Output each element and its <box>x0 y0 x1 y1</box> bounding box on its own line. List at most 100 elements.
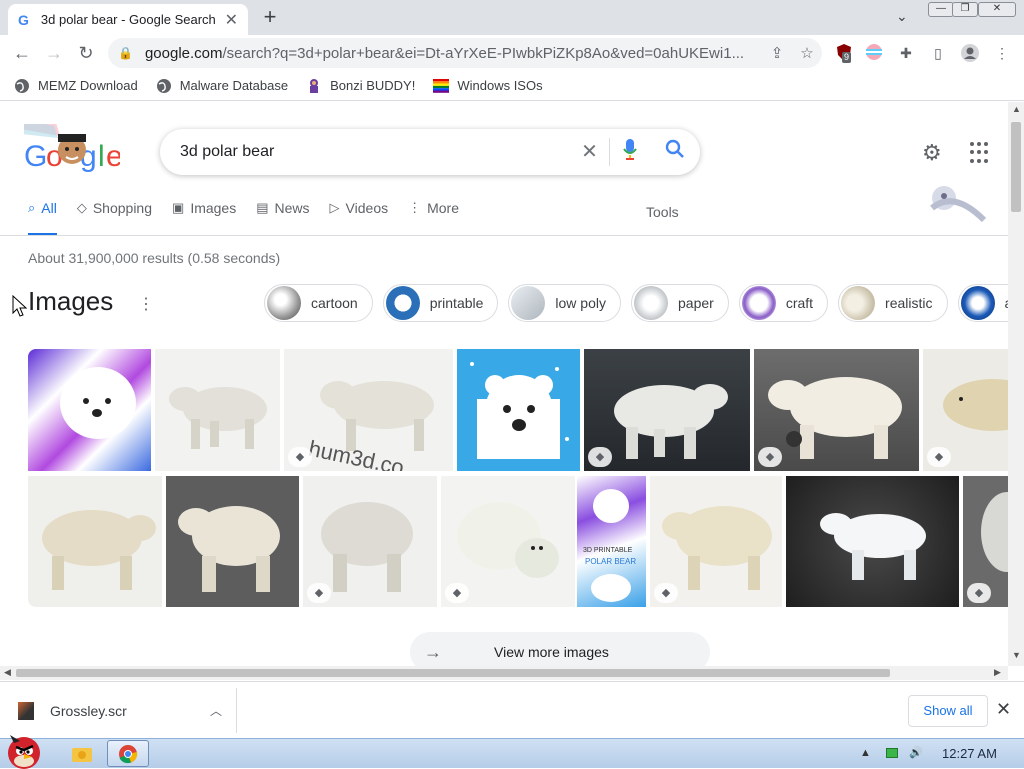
bookmark-label: MEMZ Download <box>38 78 138 93</box>
image-result[interactable]: 3D PRINTABLE POLAR BEAR <box>577 476 646 607</box>
image-result[interactable]: ◆ <box>303 476 437 607</box>
microphone-icon[interactable] <box>610 138 650 166</box>
scroll-up-icon[interactable]: ▲ <box>1012 104 1021 114</box>
scroll-left-icon[interactable]: ◀ <box>4 667 11 678</box>
bookmark-windows-isos[interactable]: Windows ISOs <box>433 78 543 94</box>
tab-news[interactable]: ▤ News <box>256 200 309 236</box>
scroll-down-icon[interactable]: ▼ <box>1012 650 1021 660</box>
show-all-downloads-button[interactable]: Show all <box>908 695 988 727</box>
taskbar-chrome-button[interactable] <box>107 740 149 767</box>
google-favicon-icon: G <box>18 11 29 28</box>
image-result[interactable]: ◆ <box>923 349 1008 471</box>
vertical-scrollbar[interactable]: ▲ ▼ <box>1008 102 1024 666</box>
ublock-extension-icon[interactable]: 9 <box>834 43 854 63</box>
svg-text:hum3d.co: hum3d.co <box>307 436 407 471</box>
minimize-button[interactable]: — <box>928 2 954 17</box>
chip-printable[interactable]: printable <box>382 284 499 322</box>
bookmark-label: Bonzi BUDDY! <box>330 78 416 93</box>
download-item[interactable]: Grossley.scr ︿ <box>0 688 237 733</box>
close-download-shelf-icon[interactable]: ✕ <box>996 699 1011 720</box>
bookmark-memz[interactable]: MEMZ Download <box>14 78 138 94</box>
tab-search-chevron-icon[interactable]: ⌄ <box>896 8 908 25</box>
bookmark-malware-database[interactable]: Malware Database <box>156 78 288 94</box>
vertical-scroll-thumb[interactable] <box>1011 122 1021 212</box>
show-hidden-icons-icon[interactable]: ▲ <box>860 747 871 759</box>
tab-more[interactable]: ⋮ More <box>408 200 459 236</box>
bookmark-bonzi-buddy[interactable]: Bonzi BUDDY! <box>306 78 415 94</box>
shopping-tag-icon: ◆ <box>307 583 331 603</box>
taskbar-clock[interactable]: 12:27 AM <box>942 746 997 761</box>
tab-label: More <box>427 200 460 216</box>
file-explorer-icon[interactable] <box>70 742 94 766</box>
browser-menu-icon[interactable]: ⋮ <box>992 43 1012 63</box>
close-window-button[interactable]: ✕ <box>978 2 1016 17</box>
images-section-heading[interactable]: Images <box>28 286 113 317</box>
view-more-images-button[interactable]: → View more images <box>410 632 710 666</box>
image-result[interactable]: ◆ <box>754 349 919 471</box>
image-result[interactable] <box>28 476 162 607</box>
image-icon: ▣ <box>172 200 185 215</box>
url-text[interactable]: google.com/search?q=3d+polar+bear&ei=Dt-… <box>145 45 762 62</box>
start-button-angry-bird-icon[interactable] <box>2 731 46 769</box>
extensions-puzzle-icon[interactable]: ✚ <box>896 43 916 63</box>
image-result[interactable]: ◆ <box>441 476 575 607</box>
tab-shopping[interactable]: ◇ Shopping <box>77 200 152 236</box>
search-box[interactable]: 3d polar bear ✕ <box>160 129 700 175</box>
chip-low-poly[interactable]: low poly <box>508 284 621 322</box>
clear-search-icon[interactable]: ✕ <box>570 138 610 166</box>
profile-avatar-icon[interactable] <box>960 43 980 63</box>
horizontal-scrollbar[interactable]: ◀ ▶ <box>0 666 1008 680</box>
browser-tab[interactable]: G 3d polar bear - Google Search ✕ <box>8 4 248 35</box>
chip-craft[interactable]: craft <box>738 284 829 322</box>
chip-animated[interactable]: anima <box>957 284 1008 322</box>
share-icon[interactable]: ⇪ <box>762 44 792 62</box>
search-input[interactable]: 3d polar bear <box>180 143 570 161</box>
battery-icon[interactable] <box>885 748 898 759</box>
image-result[interactable]: ◆ <box>963 476 1008 607</box>
image-result[interactable]: ◆ <box>584 349 750 471</box>
chip-label: printable <box>429 295 484 311</box>
chevron-up-icon[interactable]: ︿ <box>196 702 236 719</box>
tab-videos[interactable]: ▷ Videos <box>330 200 389 236</box>
close-tab-icon[interactable]: ✕ <box>225 10 238 30</box>
back-button[interactable]: ← <box>10 41 34 65</box>
speaker-icon[interactable]: 🔊 <box>909 747 923 759</box>
url-path: /search?q=3d+polar+bear&ei=Dt-aYrXeE-PIw… <box>222 44 745 62</box>
image-result[interactable] <box>28 349 151 471</box>
trans-flag-extension-icon[interactable] <box>864 43 884 63</box>
image-result[interactable] <box>166 476 299 607</box>
search-icon[interactable] <box>650 139 700 165</box>
shopping-tag-icon: ◆ <box>927 447 951 467</box>
google-apps-icon[interactable] <box>970 142 992 164</box>
shopping-tag-icon: ◆ <box>967 583 991 603</box>
image-result[interactable]: hum3d.co ◆ <box>284 349 453 471</box>
scroll-right-icon[interactable]: ▶ <box>994 667 1001 678</box>
horizontal-scroll-thumb[interactable] <box>16 669 890 677</box>
side-panel-icon[interactable]: ▯ <box>928 43 948 63</box>
settings-gear-icon[interactable]: ⚙ <box>922 140 942 166</box>
chip-paper[interactable]: paper <box>631 284 729 322</box>
forward-button[interactable]: → <box>42 41 66 65</box>
images-more-options-icon[interactable]: ⋮ <box>138 294 154 314</box>
url-host: google.com <box>144 44 223 62</box>
google-logo[interactable]: G o g l e <box>24 124 120 180</box>
tools-button[interactable]: Tools <box>646 204 679 220</box>
search-nav-tabs: ⌕ All ◇ Shopping ▣ Images ▤ News ▷ Videos ⋮ Mo… <box>28 200 479 236</box>
new-tab-button[interactable]: + <box>258 6 282 30</box>
tab-all[interactable]: ⌕ All <box>28 200 57 236</box>
address-bar[interactable]: 🔒 google.com/search?q=3d+polar+bear&ei=D… <box>108 38 822 68</box>
image-result[interactable] <box>786 476 959 607</box>
reload-button[interactable]: ↻ <box>74 41 98 65</box>
chip-realistic[interactable]: realistic <box>838 284 948 322</box>
chip-cartoon[interactable]: cartoon <box>264 284 373 322</box>
chrome-icon <box>119 745 138 764</box>
bookmark-star-icon[interactable]: ☆ <box>792 44 822 62</box>
chip-thumbnail <box>960 286 995 320</box>
extension-badge: 9 <box>842 52 852 63</box>
tab-images[interactable]: ▣ Images <box>172 200 236 236</box>
restore-button[interactable]: ❐ <box>952 2 978 17</box>
lock-icon[interactable]: 🔒 <box>118 46 133 60</box>
image-result[interactable] <box>155 349 280 471</box>
image-result[interactable]: ◆ <box>650 476 782 607</box>
image-result[interactable] <box>457 349 580 471</box>
